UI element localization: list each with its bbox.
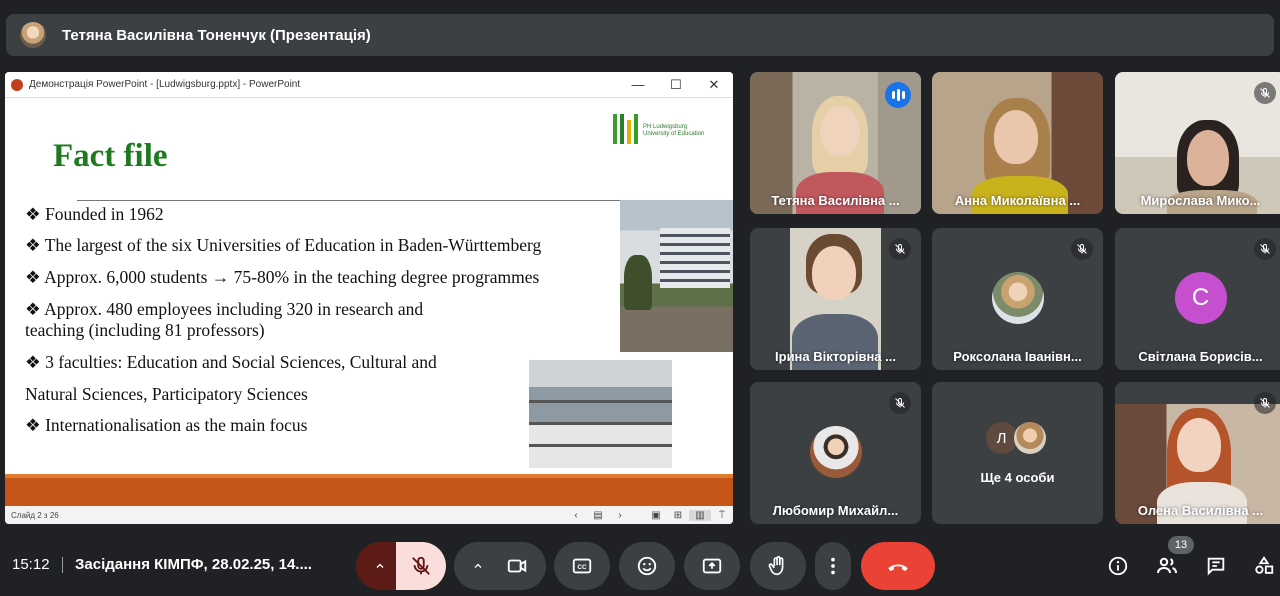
- activities-button[interactable]: [1250, 552, 1278, 580]
- participant-name: Тетяна Василівна ...: [771, 193, 900, 208]
- presentation-titlebar: Демонстрація PowerPoint - [Ludwigsburg.p…: [5, 72, 733, 98]
- more-participants-avatars: Л: [985, 422, 1046, 454]
- mic-off-icon: [1254, 392, 1276, 414]
- participant-avatar: [991, 272, 1044, 324]
- more-options-button[interactable]: [815, 542, 851, 590]
- presentation-statusbar: Слайд 2 з 26 ‹ ▤ › ▣ ⊞ ▥ ⍑: [5, 506, 733, 524]
- captions-button[interactable]: CC: [554, 542, 610, 590]
- participant-tile[interactable]: Любомир Михайл...: [750, 382, 921, 524]
- bullet-item: ❖ 3 faculties: Education and Social Scie…: [25, 352, 437, 372]
- bullet-item-continuation: teaching (including 81 professors): [25, 320, 265, 340]
- bullet-item-continuation: Natural Sciences, Participatory Sciences: [25, 384, 308, 404]
- speaking-indicator-icon: [885, 82, 911, 108]
- campus-hall-photo: [529, 360, 672, 468]
- participant-tile[interactable]: Роксолана Іванівн...: [932, 228, 1103, 370]
- previous-slide-icon[interactable]: ‹: [565, 510, 587, 521]
- participant-tile[interactable]: С Світлана Борисів...: [1115, 228, 1280, 370]
- closed-captions-icon: CC: [572, 558, 592, 574]
- meet-window: Тетяна Василівна Тоненчук (Презентація) …: [0, 0, 1280, 596]
- campus-building-photo: [620, 200, 733, 352]
- meeting-title: Засідання КІМПФ, 28.02.25, 14....: [75, 556, 312, 573]
- end-call-icon: [888, 564, 908, 571]
- mic-off-icon: [1254, 238, 1276, 260]
- normal-view-icon[interactable]: ▣: [645, 510, 667, 521]
- people-icon: [1157, 557, 1177, 574]
- chat-button[interactable]: [1202, 552, 1230, 580]
- hand-icon: [768, 556, 784, 576]
- slideshow-icon[interactable]: ⍑: [711, 510, 733, 521]
- present-screen-button[interactable]: [684, 542, 740, 590]
- mic-off-icon: [889, 392, 911, 414]
- participant-avatar: [1013, 422, 1046, 454]
- next-slide-icon[interactable]: ›: [609, 510, 631, 521]
- camera-icon[interactable]: [506, 555, 528, 577]
- participant-initial-avatar: С: [1174, 272, 1227, 324]
- presentation-window-title: Демонстрація PowerPoint - [Ludwigsburg.p…: [29, 79, 301, 90]
- participant-name: Любомир Михайл...: [772, 503, 899, 518]
- slide-sorter-icon[interactable]: ⊞: [667, 510, 689, 521]
- chat-icon: [1207, 557, 1225, 576]
- close-icon[interactable]: ✕: [695, 77, 733, 93]
- microphone-toggle-button[interactable]: [396, 542, 446, 590]
- mic-off-icon: [412, 556, 430, 575]
- participant-tile[interactable]: Олена Василівна ...: [1115, 382, 1280, 524]
- bullet-item: ❖ Approx. 6,000 students → 75-80% in the…: [25, 267, 540, 287]
- leave-call-button[interactable]: [861, 542, 935, 590]
- participant-tile[interactable]: Тетяна Василівна ...: [750, 72, 921, 214]
- bullet-item: ❖ Founded in 1962: [25, 204, 164, 224]
- info-icon: [1108, 556, 1128, 576]
- present-screen-icon: [702, 558, 722, 574]
- presentation-window[interactable]: Демонстрація PowerPoint - [Ludwigsburg.p…: [5, 72, 733, 524]
- university-logo: PH Ludwigsburg University of Education: [611, 112, 711, 152]
- more-participants-tile[interactable]: Л Ще 4 особи: [932, 382, 1103, 524]
- participant-name: Мирослава Мико...: [1140, 193, 1261, 208]
- more-vertical-icon: [831, 557, 835, 575]
- bullet-item: ❖ Approx. 480 employees including 320 in…: [25, 299, 424, 319]
- more-participants-label: Ще 4 особи: [980, 470, 1055, 485]
- slide-divider: [77, 200, 622, 201]
- svg-text:CC: CC: [577, 564, 587, 571]
- participant-initial-avatar: Л: [985, 422, 1018, 454]
- reading-view-icon[interactable]: ▥: [689, 509, 711, 521]
- participant-name: Світлана Борисів...: [1138, 349, 1263, 364]
- participant-name: Анна Миколаївна ...: [954, 193, 1081, 208]
- participant-tile[interactable]: Мирослава Мико...: [1115, 72, 1280, 214]
- participant-tile[interactable]: Анна Миколаївна ...: [932, 72, 1103, 214]
- mic-off-icon: [889, 238, 911, 260]
- separator: [62, 557, 63, 573]
- minimize-icon[interactable]: —: [619, 77, 657, 93]
- presenter-banner-title: Тетяна Василівна Тоненчук (Презентація): [62, 26, 371, 44]
- reactions-button[interactable]: [619, 542, 675, 590]
- mic-off-icon: [1071, 238, 1093, 260]
- chevron-up-icon[interactable]: [472, 560, 484, 572]
- mic-off-icon: [1254, 82, 1276, 104]
- maximize-icon[interactable]: ☐: [657, 77, 695, 93]
- meeting-details-button[interactable]: [1104, 552, 1132, 580]
- clock: 15:12: [12, 556, 50, 573]
- presenter-banner: Тетяна Василівна Тоненчук (Презентація): [6, 14, 1274, 56]
- presenter-avatar: [20, 22, 46, 48]
- participant-avatar: [809, 426, 862, 478]
- slide: Fact file PH Ludwigsburg University of E…: [5, 98, 733, 506]
- bullet-item: ❖ The largest of the six Universities of…: [25, 235, 542, 255]
- slide-counter: Слайд 2 з 26: [11, 510, 59, 520]
- bullet-item: ❖ Internationalisation as the main focus: [25, 415, 308, 435]
- activities-icon: [1255, 556, 1274, 574]
- control-bar: 15:12 Засідання КІМПФ, 28.02.25, 14.... …: [0, 536, 1280, 596]
- camera-group[interactable]: [454, 542, 546, 590]
- raise-hand-button[interactable]: [750, 542, 806, 590]
- participant-name: Олена Василівна ...: [1137, 503, 1264, 518]
- slide-menu-icon[interactable]: ▤: [587, 510, 609, 521]
- emoji-icon: [637, 556, 657, 576]
- slide-footer-bar: [5, 474, 733, 506]
- powerpoint-icon: [11, 78, 23, 91]
- slide-title: Fact file: [53, 138, 168, 174]
- participant-name: Ірина Вікторівна ...: [775, 349, 896, 364]
- logo-text: PH Ludwigsburg University of Education: [643, 124, 705, 137]
- ph-logo-icon: [613, 114, 638, 144]
- participant-tile[interactable]: Ірина Вікторівна ...: [750, 228, 921, 370]
- people-button[interactable]: [1153, 552, 1181, 580]
- chevron-up-icon: [376, 563, 384, 568]
- participant-name: Роксолана Іванівн...: [953, 349, 1082, 364]
